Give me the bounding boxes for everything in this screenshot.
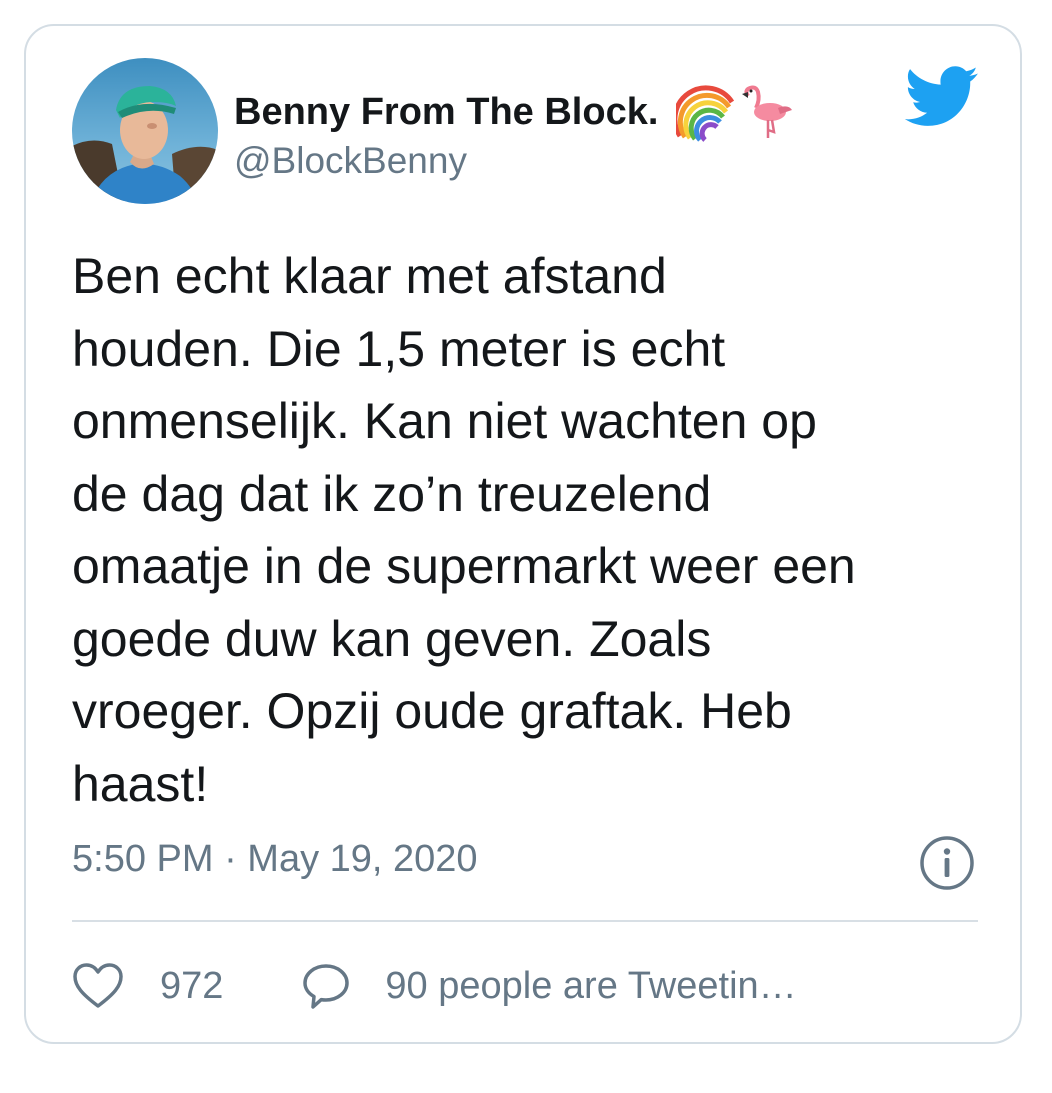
speech-bubble-icon (303, 964, 350, 1009)
avatar-image (72, 58, 218, 204)
heart-icon (73, 963, 123, 1008)
like-button[interactable]: 972 (72, 962, 223, 1010)
divider (72, 920, 978, 922)
avatar[interactable] (72, 58, 218, 204)
tweet-text: Ben echt klaar met afstand houden. Die 1… (72, 248, 856, 812)
info-icon[interactable] (919, 835, 975, 891)
tweet-timestamp[interactable]: 5:50 PM · May 19, 2020 (72, 838, 478, 881)
twitter-bird-icon[interactable] (904, 66, 980, 128)
rainbow-emoji (676, 85, 735, 142)
like-count: 972 (160, 964, 224, 1007)
reply-button[interactable]: 90 people are Tweetin… (301, 962, 797, 1010)
author-display-name[interactable]: Benny From The Block. (234, 82, 794, 142)
author-handle[interactable]: @BlockBenny (234, 140, 467, 182)
display-name-text[interactable]: Benny From The Block. (234, 91, 658, 134)
flamingo-emoji (742, 85, 793, 138)
tweeting-count-label: 90 people are Tweetin… (385, 964, 797, 1007)
tweet-card[interactable]: Benny From The Block. @BlockBenny Ben ec… (24, 24, 1022, 1044)
tweet-actions: 972 90 people are Tweetin… (72, 960, 797, 1012)
name-emojis (676, 82, 794, 142)
